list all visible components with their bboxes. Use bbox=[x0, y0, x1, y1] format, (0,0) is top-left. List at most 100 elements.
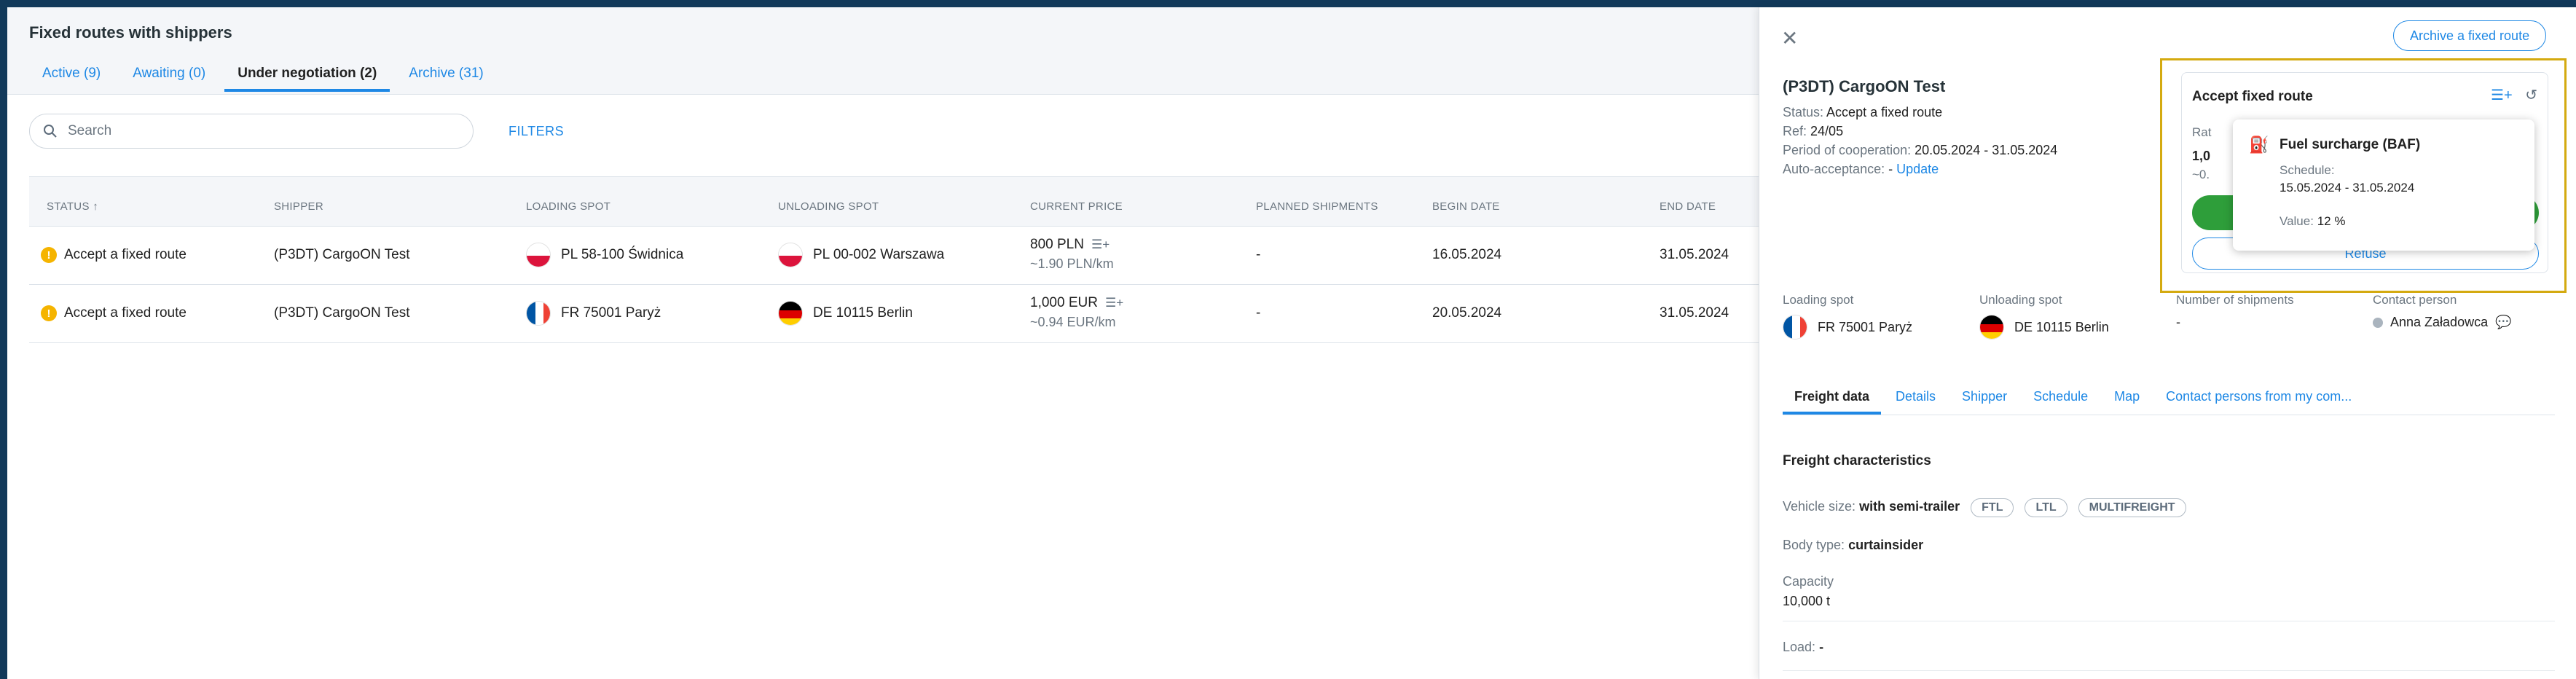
accept-title: Accept fixed route bbox=[2192, 89, 2313, 104]
col-unloading[interactable]: UNLOADING SPOT bbox=[778, 200, 879, 213]
end-cell: 31.05.2024 bbox=[1660, 305, 1729, 321]
page-title: Fixed routes with shippers bbox=[29, 23, 232, 42]
col-shipper[interactable]: SHIPPER bbox=[274, 200, 323, 213]
load-row: Load: - bbox=[1783, 640, 1824, 654]
tab-archive[interactable]: Archive (31) bbox=[396, 66, 496, 92]
planned-cell: - bbox=[1256, 305, 1261, 321]
shipments-info: Number of shipments - bbox=[2176, 293, 2294, 329]
schedule-add-icon[interactable]: ☰+ bbox=[1091, 238, 1110, 251]
tooltip-title: Fuel surcharge (BAF) bbox=[2279, 137, 2421, 152]
status-cell: ! Accept a fixed route bbox=[41, 305, 186, 321]
loading-cell: PL 58-100 Świdnica bbox=[526, 243, 683, 267]
history-icon[interactable]: ↺ bbox=[2525, 87, 2537, 103]
france-flag-icon bbox=[526, 301, 551, 326]
table-header: STATUS ↑ SHIPPER LOADING SPOT UNLOADING … bbox=[29, 177, 1759, 227]
divider bbox=[1783, 670, 2555, 671]
status-cell: ! Accept a fixed route bbox=[41, 247, 186, 263]
shipper-cell: (P3DT) CargoON Test bbox=[274, 247, 410, 262]
table-row[interactable]: ! Accept a fixed route (P3DT) CargoON Te… bbox=[29, 285, 1759, 343]
schedule-add-icon[interactable]: ☰+ bbox=[1105, 296, 1123, 310]
archive-route-button[interactable]: Archive a fixed route bbox=[2393, 20, 2547, 51]
freight-section-title: Freight characteristics bbox=[1783, 453, 1931, 468]
poland-flag-icon bbox=[526, 243, 551, 267]
chat-icon[interactable]: 💬 bbox=[2495, 315, 2511, 330]
shipper-title: (P3DT) CargoON Test bbox=[1783, 77, 1946, 95]
routes-table: STATUS ↑ SHIPPER LOADING SPOT UNLOADING … bbox=[29, 176, 1759, 343]
search-input[interactable] bbox=[68, 123, 447, 139]
unloading-cell: DE 10115 Berlin bbox=[778, 301, 913, 326]
ftl-chip: FTL bbox=[1971, 498, 2014, 517]
tab-active[interactable]: Active (9) bbox=[29, 66, 114, 92]
schedule-value: 15.05.2024 - 31.05.2024 bbox=[2279, 181, 2415, 195]
rate-value: 1,0 bbox=[2192, 149, 2211, 163]
tab-schedule[interactable]: Schedule bbox=[2022, 389, 2100, 415]
begin-cell: 20.05.2024 bbox=[1432, 305, 1502, 321]
germany-flag-icon bbox=[1979, 315, 2004, 340]
period-line: Period of cooperation: 20.05.2024 - 31.0… bbox=[1783, 143, 2058, 157]
tab-under-negotiation[interactable]: Under negotiation (2) bbox=[224, 66, 390, 92]
france-flag-icon bbox=[1783, 315, 1807, 340]
detail-tabs: Freight data Details Shipper Schedule Ma… bbox=[1783, 389, 2555, 415]
presence-dot bbox=[2373, 317, 2383, 328]
status-tabs: Active (9) Awaiting (0) Under negotiatio… bbox=[29, 66, 503, 92]
col-begin[interactable]: BEGIN DATE bbox=[1432, 200, 1500, 213]
top-bar bbox=[0, 0, 2576, 7]
route-info: Loading spot FR 75001 Paryż Unloading sp… bbox=[1783, 293, 2555, 358]
germany-flag-icon bbox=[778, 301, 803, 326]
accept-card: Accept fixed route ☰+ ↺ Rat 1,0 ~0. Refu… bbox=[2181, 72, 2548, 273]
multifreight-chip: MULTIFREIGHT bbox=[2078, 498, 2186, 517]
tab-map[interactable]: Map bbox=[2102, 389, 2151, 415]
end-cell: 31.05.2024 bbox=[1660, 247, 1729, 262]
search-row: FILTERS bbox=[29, 114, 564, 149]
price-cell: 800 PLN ☰+ ~1.90 PLN/km bbox=[1030, 237, 1114, 271]
col-loading[interactable]: LOADING SPOT bbox=[526, 200, 610, 213]
col-price[interactable]: CURRENT PRICE bbox=[1030, 200, 1123, 213]
tab-contact-persons[interactable]: Contact persons from my com... bbox=[2154, 389, 2363, 415]
rate-label: Rat bbox=[2192, 125, 2212, 139]
left-edge bbox=[0, 7, 7, 679]
list-header: Fixed routes with shippers Active (9) Aw… bbox=[7, 7, 1759, 95]
fuel-surcharge-tooltip: ⛽ Fuel surcharge (BAF) Schedule: 15.05.2… bbox=[2233, 119, 2534, 251]
tab-awaiting[interactable]: Awaiting (0) bbox=[119, 66, 219, 92]
tab-shipper[interactable]: Shipper bbox=[1950, 389, 2019, 415]
price-cell: 1,000 EUR ☰+ ~0.94 EUR/km bbox=[1030, 295, 1124, 329]
unloading-cell: PL 00-002 Warszawa bbox=[778, 243, 944, 267]
main-panel: Fixed routes with shippers Active (9) Aw… bbox=[7, 7, 1759, 679]
update-link[interactable]: Update bbox=[1896, 162, 1939, 176]
warning-icon: ! bbox=[41, 247, 57, 263]
close-icon[interactable]: ✕ bbox=[1781, 26, 1798, 50]
warning-icon: ! bbox=[41, 305, 57, 321]
body-type-row: Body type: curtainsider bbox=[1783, 538, 1924, 552]
auto-acceptance-line: Auto-acceptance: - Update bbox=[1783, 162, 1939, 176]
ref-line: Ref: 24/05 bbox=[1783, 124, 1844, 138]
begin-cell: 16.05.2024 bbox=[1432, 247, 1502, 262]
loading-info: Loading spot FR 75001 Paryż bbox=[1783, 293, 1912, 340]
fuel-pump-icon: ⛽ bbox=[2249, 136, 2269, 154]
rate-sub: ~0. bbox=[2192, 168, 2210, 181]
loading-cell: FR 75001 Paryż bbox=[526, 301, 661, 326]
tab-details[interactable]: Details bbox=[1884, 389, 1947, 415]
status-line: Status: Accept a fixed route bbox=[1783, 105, 1943, 119]
poland-flag-icon bbox=[778, 243, 803, 267]
col-status[interactable]: STATUS ↑ bbox=[47, 200, 98, 213]
col-end[interactable]: END DATE bbox=[1660, 200, 1716, 213]
accept-highlight-frame: Accept fixed route ☰+ ↺ Rat 1,0 ~0. Refu… bbox=[2160, 58, 2567, 293]
filters-button[interactable]: FILTERS bbox=[508, 124, 564, 139]
sort-arrow-icon: ↑ bbox=[93, 200, 99, 213]
capacity-row: Capacity 10,000 t bbox=[1783, 574, 1834, 608]
search-box[interactable] bbox=[29, 114, 474, 149]
col-planned[interactable]: PLANNED SHIPMENTS bbox=[1256, 200, 1378, 213]
table-row[interactable]: ! Accept a fixed route (P3DT) CargoON Te… bbox=[29, 227, 1759, 285]
vehicle-size-row: Vehicle size: with semi-trailer FTL LTL … bbox=[1783, 498, 2186, 517]
shipper-cell: (P3DT) CargoON Test bbox=[274, 305, 410, 321]
schedule-add-icon[interactable]: ☰+ bbox=[2491, 87, 2513, 103]
value-line: Value: 12 % bbox=[2279, 214, 2346, 228]
contact-info: Contact person Anna Załadowca 💬 bbox=[2373, 293, 2512, 330]
accept-icons: ☰+ ↺ bbox=[2482, 86, 2537, 104]
tab-freight-data[interactable]: Freight data bbox=[1783, 389, 1882, 415]
ltl-chip: LTL bbox=[2025, 498, 2068, 517]
unloading-info: Unloading spot DE 10115 Berlin bbox=[1979, 293, 2109, 340]
search-icon bbox=[44, 125, 57, 138]
schedule-label: Schedule: bbox=[2279, 163, 2335, 177]
planned-cell: - bbox=[1256, 247, 1261, 262]
